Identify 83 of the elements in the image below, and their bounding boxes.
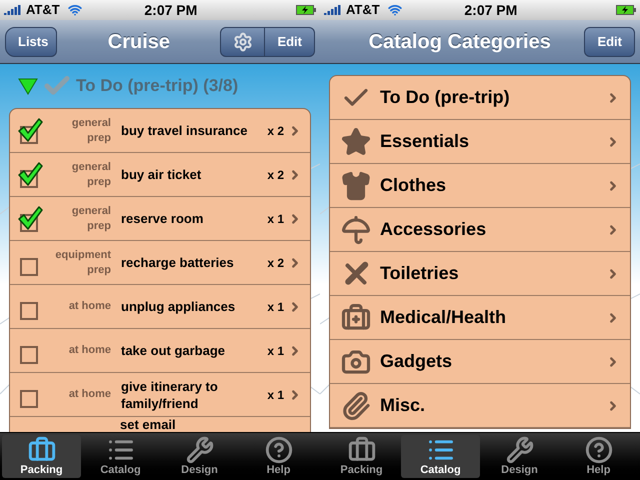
category-row[interactable]: Misc. bbox=[330, 384, 630, 428]
item-name: give itinerary to family/friend bbox=[121, 378, 219, 412]
item-name: set email bbox=[120, 417, 176, 432]
item-quantity: x 1 bbox=[267, 210, 284, 228]
checkmark-icon bbox=[17, 204, 43, 230]
checkmark-icon bbox=[17, 160, 43, 186]
item-category: at home bbox=[68, 387, 111, 402]
item-name: unplug appliances bbox=[121, 298, 236, 315]
briefcase-icon bbox=[348, 436, 376, 464]
edit-button[interactable]: Edit bbox=[265, 26, 315, 56]
category-name: Misc. bbox=[380, 395, 426, 415]
item-name: buy travel insurance bbox=[121, 122, 248, 139]
wifi-icon bbox=[68, 3, 82, 17]
carrier-label: AT&T bbox=[26, 1, 60, 20]
category-row[interactable]: Accessories bbox=[330, 208, 630, 252]
medical-kit-icon bbox=[341, 302, 371, 332]
list-row[interactable]: set email bbox=[10, 417, 310, 432]
help-icon bbox=[584, 436, 612, 464]
item-quantity: x 1 bbox=[267, 386, 284, 404]
list-row[interactable]: at home take out garbage x 1 bbox=[10, 329, 310, 373]
category-row[interactable]: To Do (pre-trip) bbox=[330, 76, 630, 120]
tab[interactable]: Catalog bbox=[81, 435, 160, 478]
checkbox[interactable] bbox=[17, 160, 43, 188]
shirt-icon bbox=[341, 170, 371, 200]
star-icon bbox=[341, 126, 371, 156]
item-category: equipment prep bbox=[54, 248, 111, 278]
tab[interactable]: Design bbox=[160, 435, 239, 478]
item-quantity: x 2 bbox=[267, 166, 284, 184]
nav-title: Catalog Categories bbox=[368, 30, 551, 54]
signal-icon bbox=[324, 5, 342, 15]
category-name: Gadgets bbox=[380, 351, 452, 371]
gear-icon bbox=[232, 32, 253, 52]
category-name: Accessories bbox=[380, 219, 486, 239]
category-name: Essentials bbox=[380, 131, 470, 151]
item-name: reserve room bbox=[121, 210, 204, 227]
settings-button[interactable] bbox=[220, 26, 266, 56]
category-name: Toiletries bbox=[380, 263, 459, 283]
tab[interactable]: Help bbox=[239, 435, 318, 478]
briefcase-icon bbox=[28, 436, 56, 464]
clock-time: 2:07 PM bbox=[144, 0, 198, 20]
category-name: Medical/Health bbox=[380, 307, 506, 327]
item-category: at home bbox=[68, 343, 111, 358]
item-category: at home bbox=[68, 299, 111, 314]
checkmark-icon bbox=[17, 116, 43, 142]
category-row[interactable]: Clothes bbox=[330, 164, 630, 208]
paperclip-icon bbox=[341, 390, 371, 420]
category-row[interactable]: Medical/Health bbox=[330, 296, 630, 340]
nav-title: Cruise bbox=[108, 30, 170, 54]
wrench-icon bbox=[506, 436, 534, 464]
category-row[interactable]: Toiletries bbox=[330, 252, 630, 296]
wrench-icon bbox=[186, 436, 214, 464]
category-row[interactable]: Gadgets bbox=[330, 340, 630, 384]
carrier-label: AT&T bbox=[346, 1, 380, 20]
wifi-icon bbox=[388, 3, 402, 17]
disclosure-triangle[interactable] bbox=[18, 77, 38, 95]
section-title: To Do (pre-trip) (3/8) bbox=[76, 75, 238, 98]
item-category: general prep bbox=[70, 160, 111, 190]
item-quantity: x 2 bbox=[267, 122, 284, 140]
tab[interactable]: Design bbox=[480, 435, 559, 478]
item-quantity: x 1 bbox=[267, 298, 284, 316]
category-name: To Do (pre-trip) bbox=[380, 87, 510, 107]
item-name: recharge batteries bbox=[121, 254, 235, 271]
tab[interactable]: Packing bbox=[2, 435, 81, 478]
item-name: buy air ticket bbox=[121, 166, 202, 183]
list-row[interactable]: at home unplug appliances x 1 bbox=[10, 285, 310, 329]
checkbox[interactable] bbox=[17, 116, 43, 144]
tab[interactable]: Packing bbox=[322, 435, 401, 478]
signal-icon bbox=[4, 5, 22, 15]
item-name: take out garbage bbox=[121, 342, 226, 359]
tab[interactable]: Help bbox=[559, 435, 638, 478]
back-button[interactable]: Lists bbox=[5, 26, 58, 56]
item-quantity: x 1 bbox=[267, 342, 284, 360]
item-quantity: x 2 bbox=[267, 254, 284, 272]
clock-time: 2:07 PM bbox=[464, 0, 518, 20]
umbrella-icon bbox=[341, 214, 371, 244]
item-category: general prep bbox=[70, 204, 111, 234]
help-icon bbox=[264, 436, 292, 464]
edit-button[interactable]: Edit bbox=[584, 26, 635, 56]
tab[interactable]: Catalog bbox=[401, 435, 480, 478]
category-row[interactable]: Essentials bbox=[330, 120, 630, 164]
item-category: general prep bbox=[70, 116, 111, 146]
checkbox[interactable] bbox=[17, 204, 43, 232]
category-name: Clothes bbox=[380, 175, 446, 195]
